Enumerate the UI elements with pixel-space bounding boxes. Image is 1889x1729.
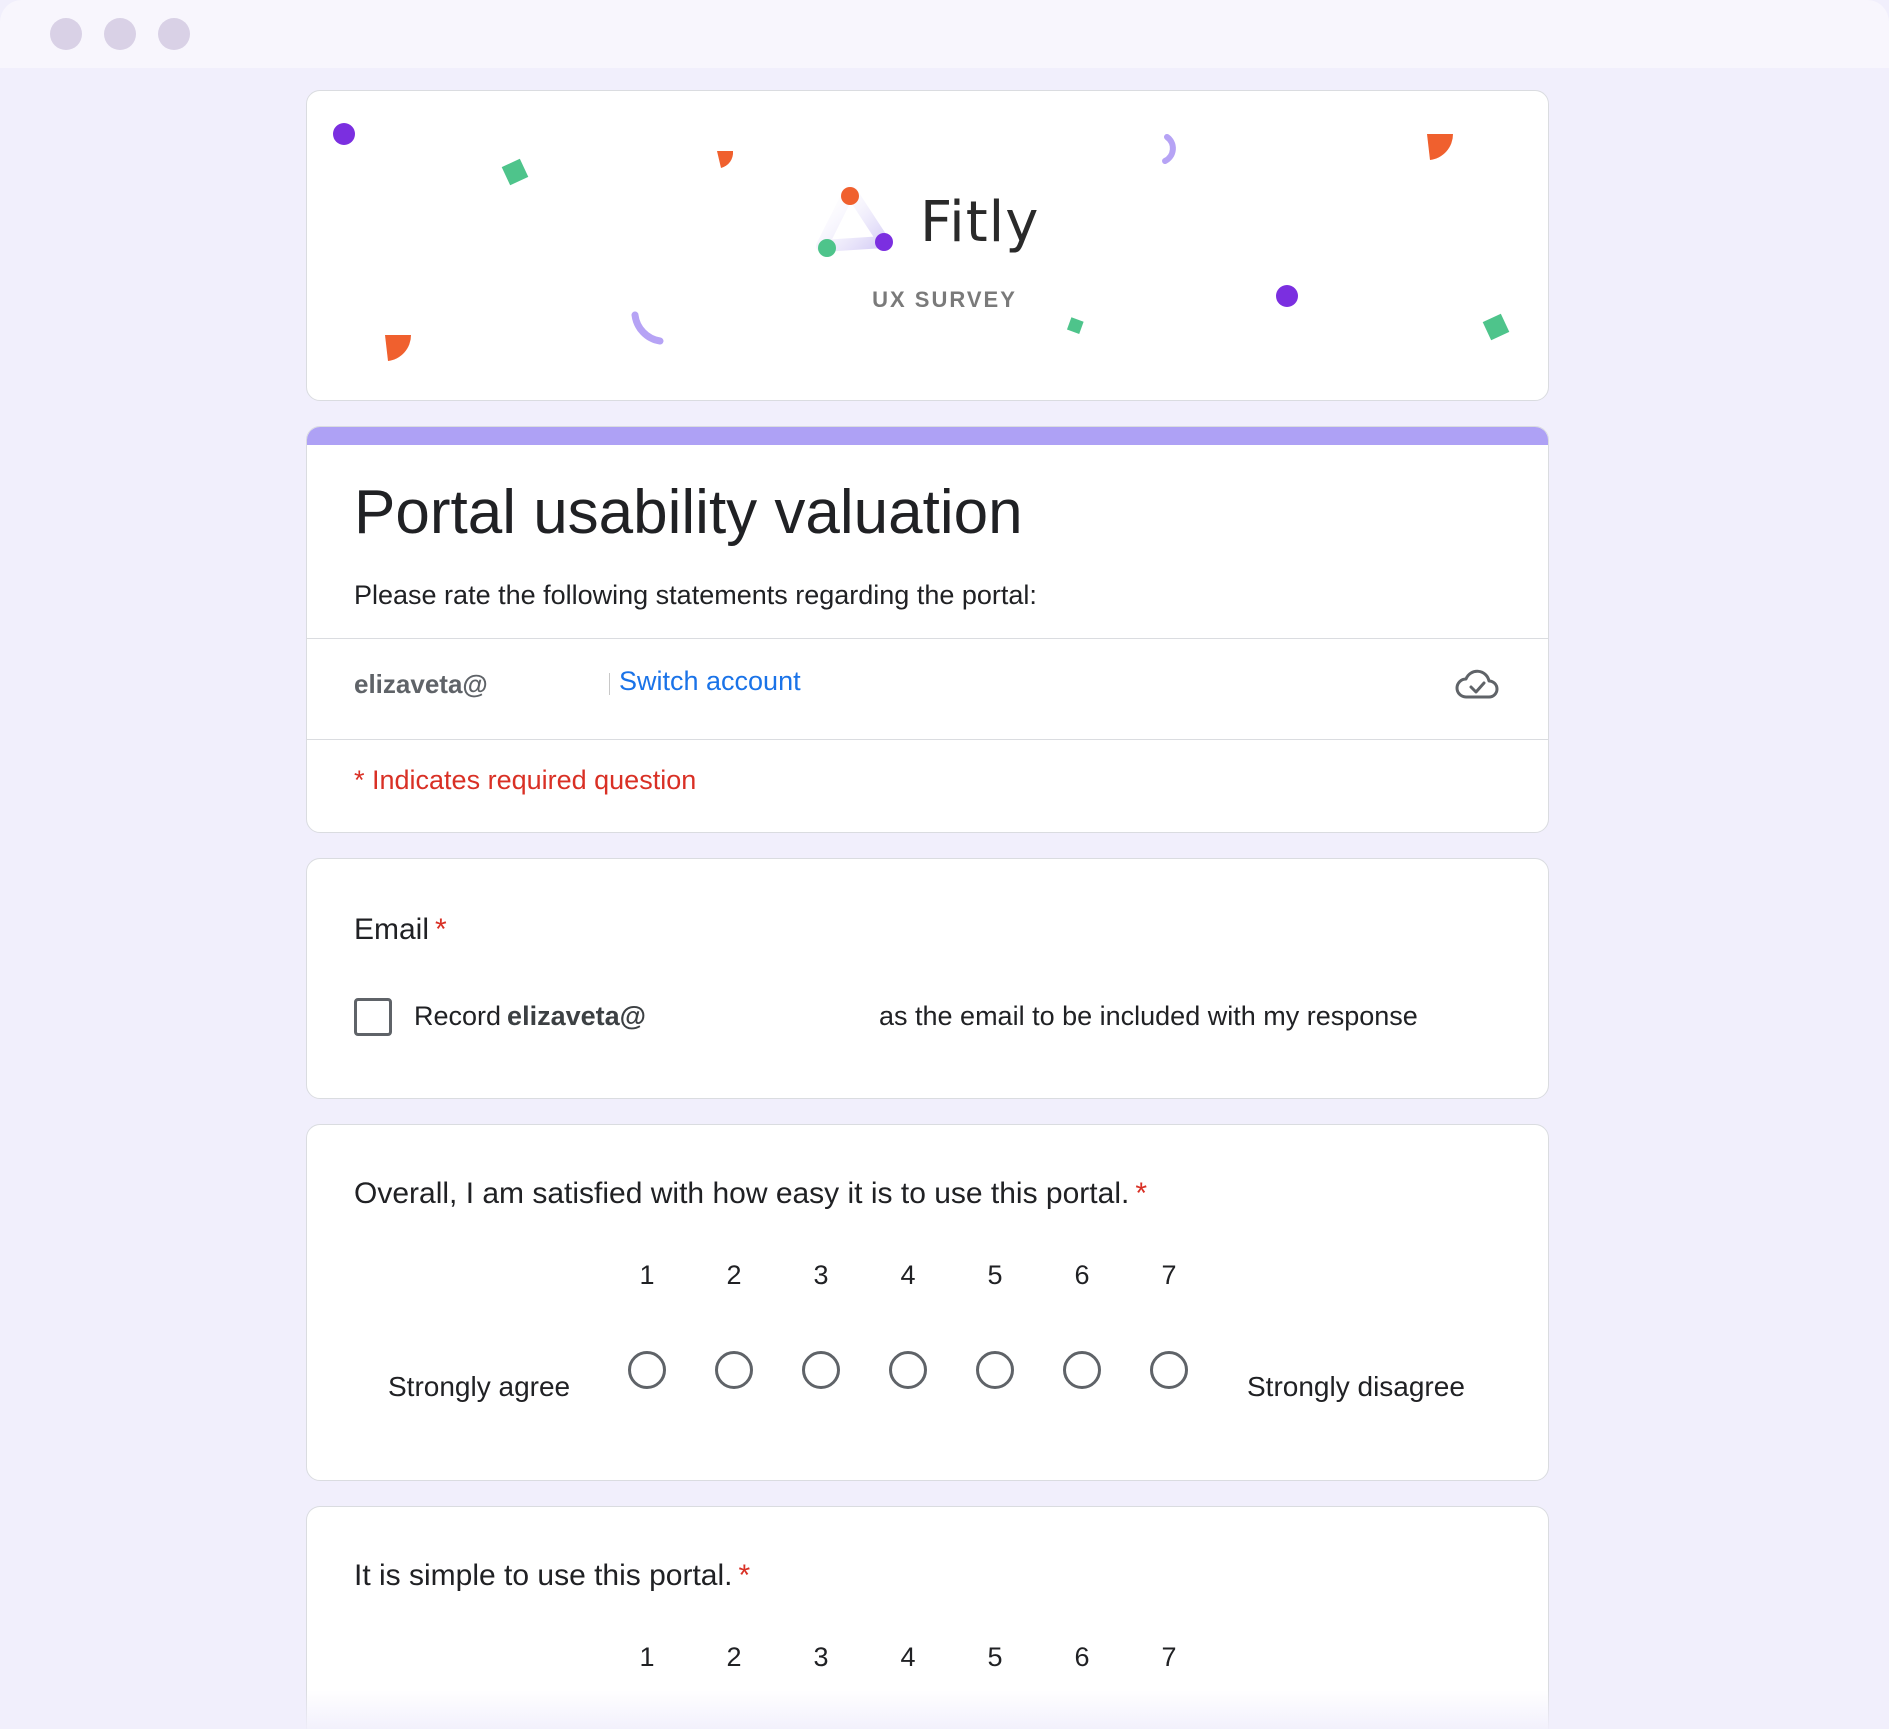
- required-star: *: [738, 1559, 751, 1592]
- question-title: Overall, I am satisfied with how easy it…: [354, 1177, 1147, 1211]
- scale-number-label: 6: [1074, 1642, 1090, 1672]
- scale-radio-3[interactable]: [802, 1351, 840, 1389]
- brand-subtitle: UX SURVEY: [872, 287, 1017, 312]
- scale-radio-4[interactable]: [889, 1351, 927, 1389]
- scale-number-label: 1: [639, 1260, 655, 1290]
- question-title-text: Overall, I am satisfied with how easy it…: [354, 1177, 1130, 1210]
- scale-number-label: 3: [813, 1260, 829, 1290]
- cloud-saved-icon: [1455, 669, 1499, 699]
- confetti-dot: [333, 123, 355, 145]
- fitly-logo-icon: [816, 184, 893, 257]
- required-question-note: * Indicates required question: [354, 765, 697, 795]
- scale-number-label: 2: [726, 1642, 742, 1672]
- record-prefix: Record: [414, 1001, 502, 1031]
- account-separator: [609, 673, 610, 695]
- divider: [307, 638, 1548, 639]
- scale-radio-5[interactable]: [976, 1351, 1014, 1389]
- record-email: elizaveta@: [507, 1001, 646, 1031]
- linear-scale-question-card: Overall, I am satisfied with how easy it…: [306, 1124, 1549, 1481]
- window-title-bar: [0, 0, 1889, 68]
- scale-number-label: 3: [813, 1642, 829, 1672]
- confetti-arc: [631, 311, 664, 345]
- scale-radio-2[interactable]: [715, 1351, 753, 1389]
- form-title-card: Portal usability valuation Please rate t…: [306, 426, 1549, 833]
- scale-number-label: 5: [987, 1260, 1003, 1290]
- brand-name: Fitly: [920, 190, 1040, 255]
- record-email-label: Record elizaveta@ as the email to be incl…: [414, 1001, 1418, 1032]
- scale-low-label: Strongly agree: [388, 1371, 571, 1402]
- account-email: elizaveta@: [354, 669, 488, 699]
- record-email-checkbox[interactable]: [354, 998, 392, 1036]
- divider: [307, 739, 1548, 740]
- scale-radio-6[interactable]: [1063, 1351, 1101, 1389]
- confetti-wedge: [1427, 134, 1454, 160]
- scale-number-label: 2: [726, 1260, 742, 1290]
- email-question-card: Email * Record elizaveta@ as the email to …: [306, 858, 1549, 1099]
- scale-number-label: 4: [900, 1260, 916, 1290]
- scale-number-label: 7: [1161, 1642, 1177, 1672]
- record-suffix: as the email to be included with my resp…: [879, 1001, 1418, 1031]
- question-title-text: It is simple to use this portal.: [354, 1559, 733, 1592]
- switch-account-link[interactable]: Switch account: [619, 666, 801, 697]
- scale-radio-1[interactable]: [628, 1351, 666, 1389]
- confetti-square: [1482, 313, 1510, 341]
- confetti-wedge: [717, 151, 734, 168]
- scale-number-label: 5: [987, 1642, 1003, 1672]
- scale-high-label: Strongly disagree: [1247, 1371, 1465, 1402]
- form-title: Portal usability valuation: [354, 478, 1023, 547]
- confetti-square: [501, 158, 529, 186]
- required-star: *: [1135, 1177, 1147, 1210]
- scale-number-label: 6: [1074, 1260, 1090, 1290]
- form-description: Please rate the following statements reg…: [354, 580, 1037, 610]
- window-minimize-dot[interactable]: [104, 18, 136, 50]
- question-title: It is simple to use this portal. *: [354, 1559, 750, 1593]
- question-title-text: Email: [354, 913, 430, 946]
- required-star: *: [435, 913, 447, 946]
- scale-number-label: 1: [639, 1642, 655, 1672]
- confetti-wedge: [385, 335, 412, 361]
- confetti-square: [1066, 317, 1084, 334]
- scale-radio-7[interactable]: [1150, 1351, 1188, 1389]
- question-title: Email *: [354, 913, 447, 947]
- scroll-fade: [0, 1690, 1889, 1729]
- scale-number-label: 7: [1161, 1260, 1177, 1290]
- window-close-dot[interactable]: [50, 18, 82, 50]
- scale-number-label: 4: [900, 1642, 916, 1672]
- title-accent-bar: [307, 427, 1548, 445]
- window-maximize-dot[interactable]: [158, 18, 190, 50]
- confetti-arc: [1162, 134, 1176, 164]
